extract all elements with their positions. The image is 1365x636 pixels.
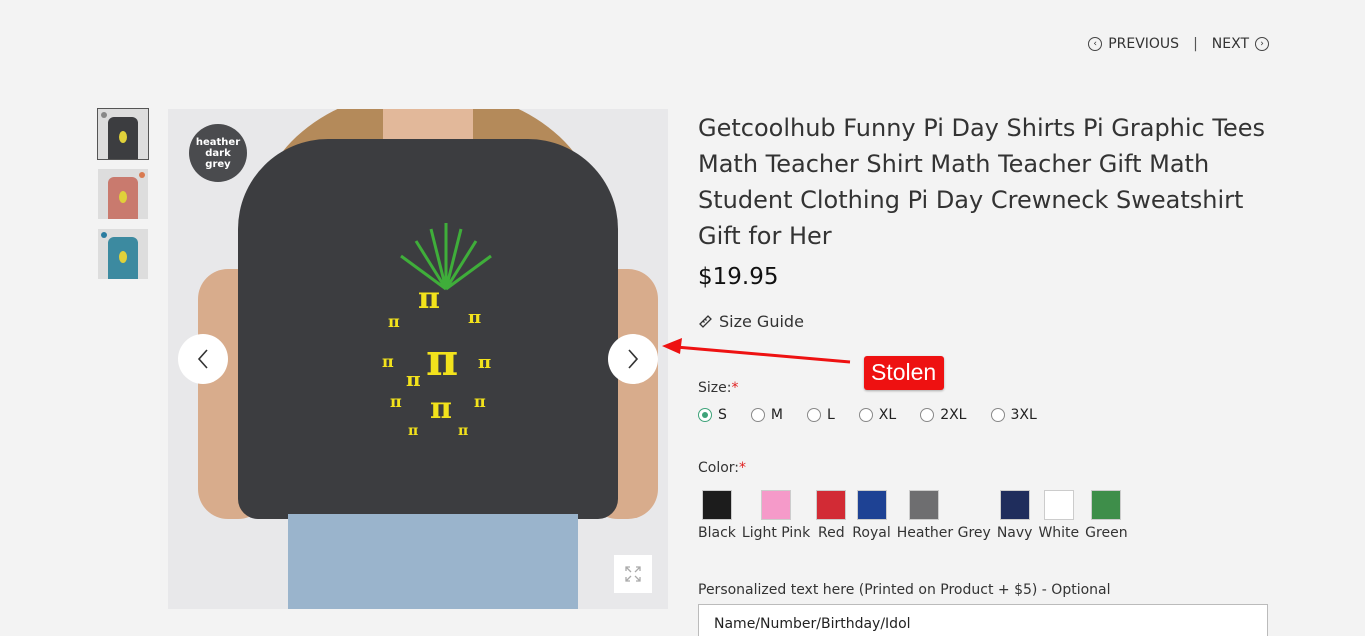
color-swatch[interactable] — [856, 490, 887, 520]
color-option-red[interactable]: Red — [816, 490, 847, 541]
annotation-label: Stolen — [864, 356, 945, 390]
annotation-arrow — [662, 338, 851, 364]
size-guide-link[interactable]: Size Guide — [698, 312, 1268, 331]
pi-symbol-large: π — [430, 391, 452, 426]
pager-separator: | — [1193, 36, 1198, 52]
size-option-l[interactable]: L — [806, 407, 835, 423]
product-main-image: π π π π π π π π π π π π heather dark gre… — [168, 109, 668, 609]
radio[interactable] — [858, 408, 873, 422]
size-option-2xl[interactable]: 2XL — [920, 407, 967, 423]
pi-symbol-large: π — [418, 281, 440, 316]
size-option-s[interactable]: S — [698, 407, 727, 423]
color-swatch[interactable] — [908, 490, 939, 520]
color-swatch[interactable] — [701, 490, 732, 520]
size-option-3xl[interactable]: 3XL — [990, 407, 1037, 423]
image-prev-button[interactable] — [178, 334, 228, 384]
ruler-icon — [699, 315, 712, 328]
thumbnail-3[interactable] — [98, 229, 148, 279]
color-option-green[interactable]: Green — [1085, 490, 1128, 541]
pager: ‹ PREVIOUS | NEXT › — [1088, 36, 1269, 52]
thumbnail-list — [97, 108, 149, 279]
chevron-right-circle-icon: › — [1255, 37, 1269, 51]
personalized-text-label: Personalized text here (Printed on Produ… — [698, 582, 1111, 598]
color-options: Black Light Pink Red Royal Heather Grey … — [698, 490, 1134, 541]
product-title: Getcoolhub Funny Pi Day Shirts Pi Graphi… — [698, 114, 1265, 250]
pi-symbol: π — [382, 352, 394, 371]
thumbnail-1[interactable] — [97, 108, 149, 160]
chevron-left-circle-icon: ‹ — [1088, 37, 1103, 51]
radio-selected[interactable] — [698, 408, 712, 422]
image-next-button[interactable] — [608, 334, 658, 384]
jeans — [288, 514, 578, 609]
pineapple-leaves — [400, 223, 492, 291]
thumbnail-2[interactable] — [98, 169, 148, 219]
chevron-left-icon — [197, 349, 208, 369]
next-link[interactable]: NEXT › — [1212, 36, 1269, 52]
radio[interactable] — [806, 408, 821, 422]
product-price: $19.95 — [698, 264, 779, 290]
color-swatch[interactable] — [761, 490, 792, 520]
next-label: NEXT — [1211, 36, 1249, 52]
personalized-text-input[interactable] — [698, 604, 1268, 636]
color-label: Color:* — [698, 460, 747, 476]
expand-icon — [625, 566, 641, 582]
color-option-royal[interactable]: Royal — [852, 490, 891, 541]
size-guide-label: Size Guide — [719, 312, 804, 331]
color-swatch[interactable] — [1091, 490, 1122, 520]
pi-symbol-large: π — [426, 335, 459, 386]
pi-pineapple-print: π π π π π π π π π π π π — [378, 284, 508, 444]
radio[interactable] — [990, 408, 1005, 422]
color-badge: heather dark grey — [189, 124, 247, 182]
color-swatch[interactable] — [1043, 490, 1074, 520]
product-info: Getcoolhub Funny Pi Day Shirts Pi Graphi… — [698, 110, 1268, 636]
pi-symbol: π — [408, 423, 419, 439]
pi-symbol: π — [478, 352, 492, 373]
pi-symbol: π — [474, 392, 486, 411]
pi-symbol: π — [406, 367, 421, 391]
pi-symbol: π — [390, 392, 402, 411]
size-option-xl[interactable]: XL — [858, 407, 896, 423]
pi-symbol: π — [468, 307, 482, 328]
color-option-black[interactable]: Black — [698, 490, 736, 541]
previous-link[interactable]: ‹ PREVIOUS — [1088, 36, 1179, 52]
color-option-white[interactable]: White — [1038, 490, 1079, 541]
previous-label: PREVIOUS — [1108, 36, 1180, 52]
expand-image-button[interactable] — [614, 555, 652, 593]
radio[interactable] — [920, 408, 935, 422]
chevron-right-icon — [628, 349, 639, 369]
size-label: Size:* — [698, 380, 739, 396]
color-swatch[interactable] — [999, 490, 1030, 520]
size-options: S M L XL 2XL 3XL — [698, 407, 1061, 423]
pi-symbol: π — [458, 423, 469, 439]
color-swatch[interactable] — [816, 490, 847, 520]
pi-symbol: π — [388, 312, 400, 331]
radio[interactable] — [750, 408, 765, 422]
size-option-m[interactable]: M — [750, 407, 783, 423]
color-option-navy[interactable]: Navy — [997, 490, 1032, 541]
color-option-heather-grey[interactable]: Heather Grey — [897, 490, 991, 541]
color-option-light-pink[interactable]: Light Pink — [742, 490, 810, 541]
